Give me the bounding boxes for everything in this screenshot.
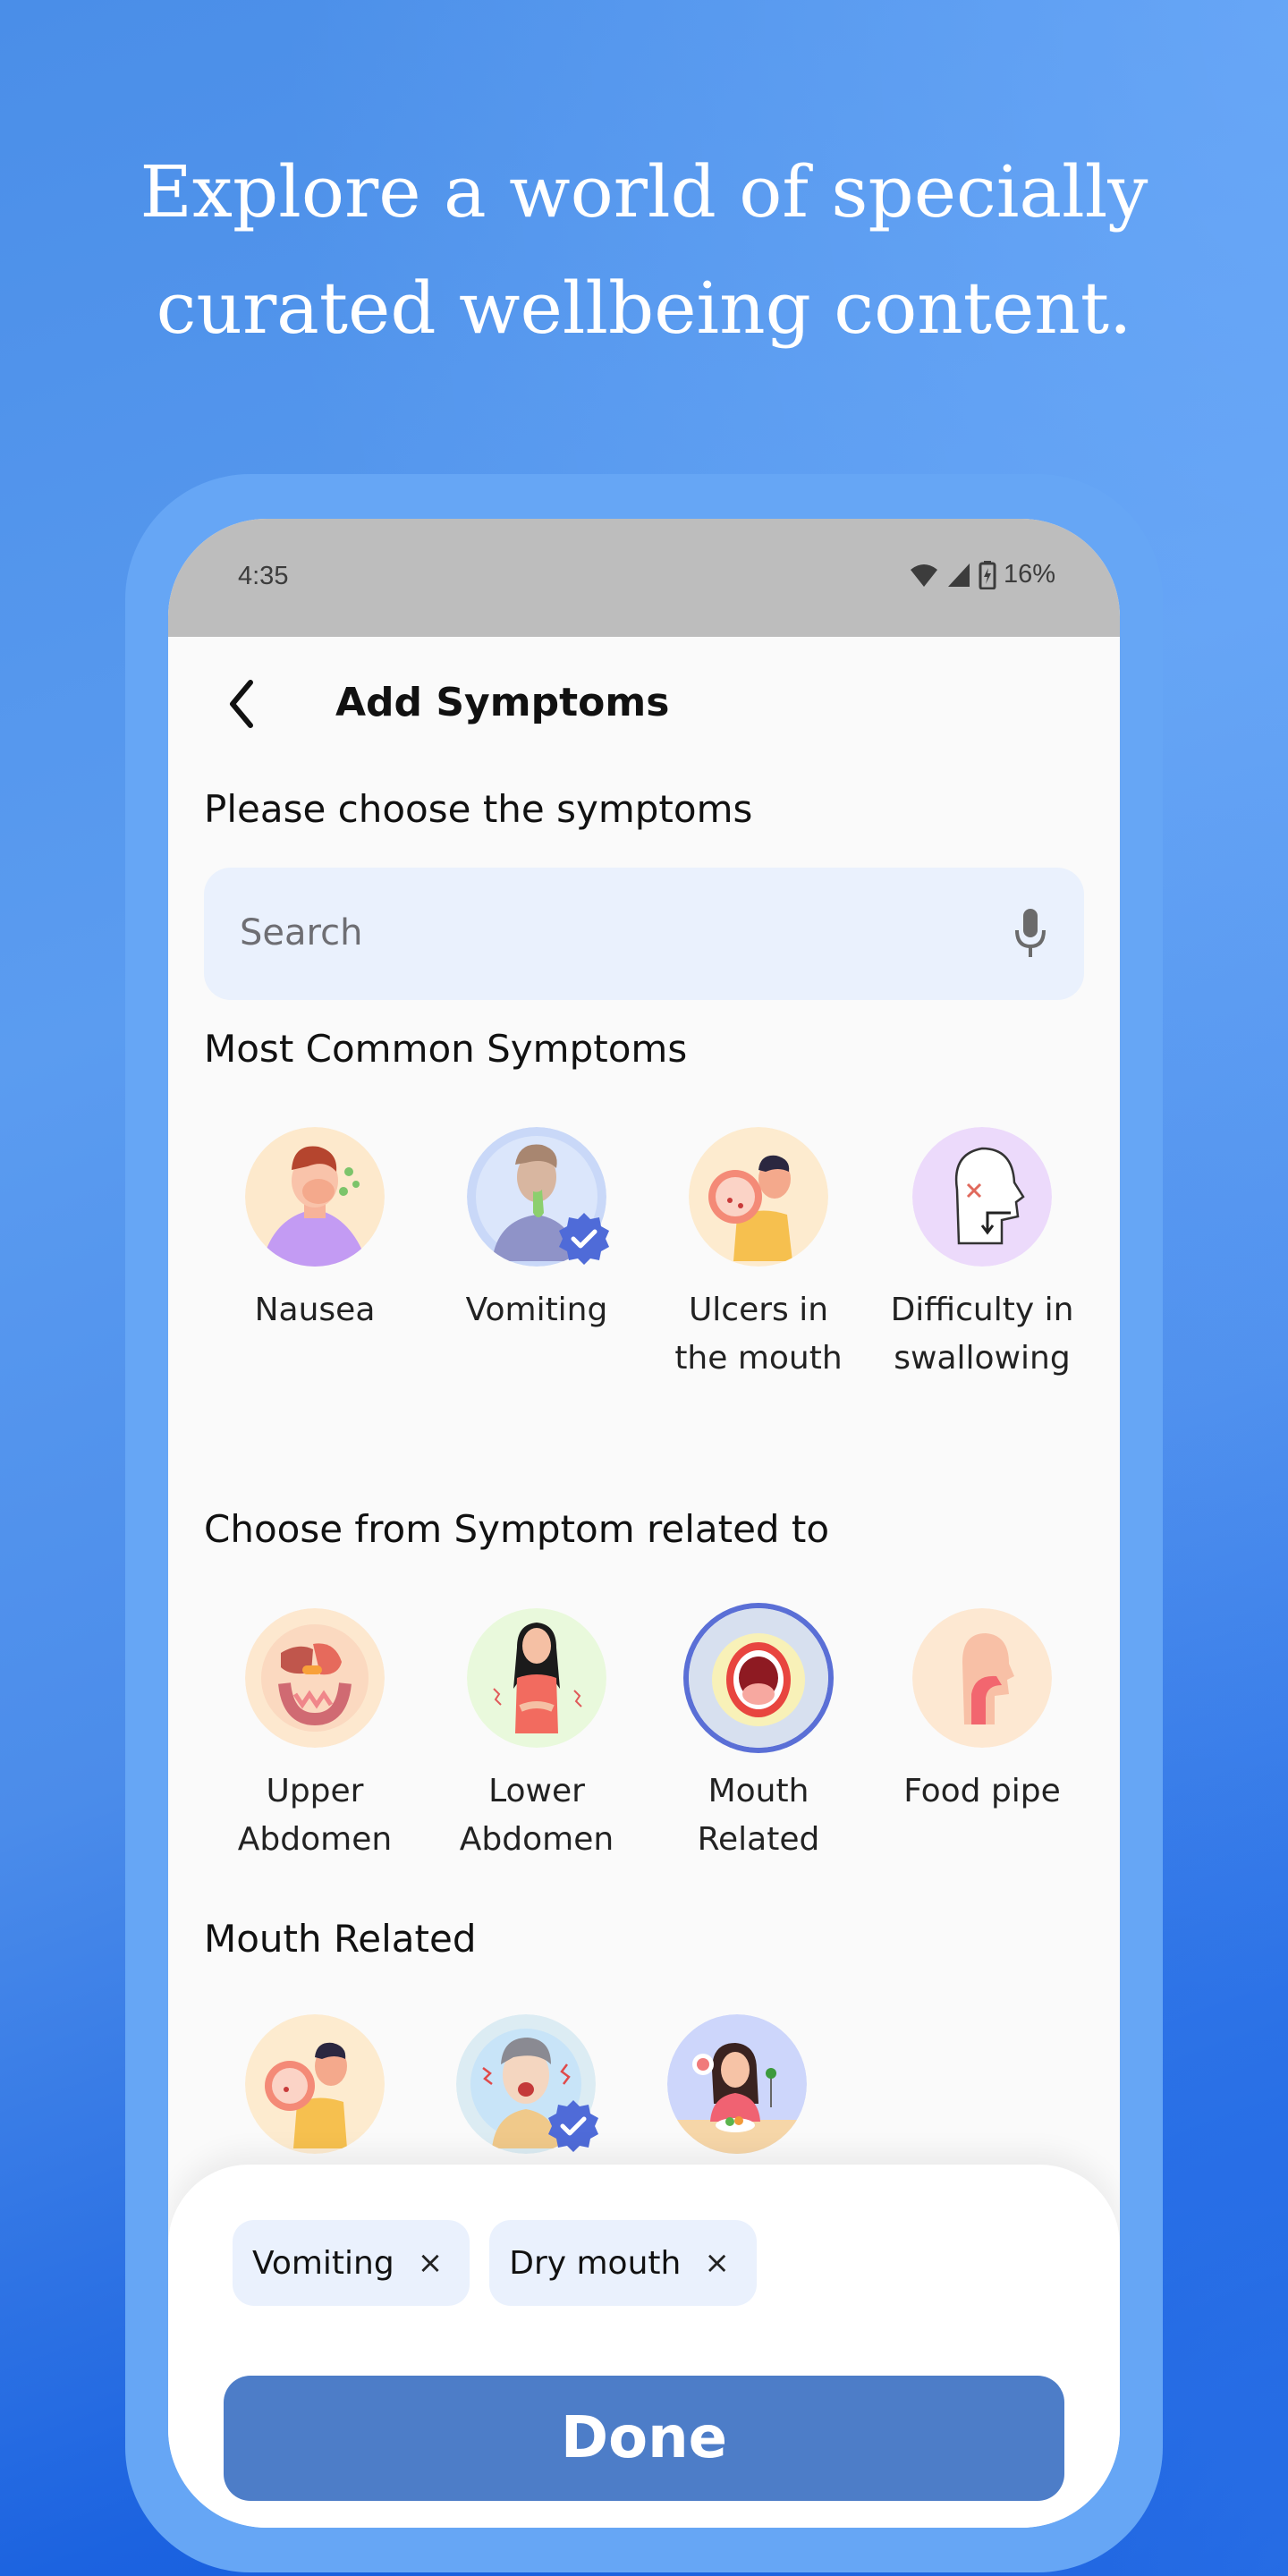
microphone-icon[interactable]: [1013, 907, 1048, 964]
symptom-tile-taste-change[interactable]: [630, 2014, 844, 2154]
headline-line-1: Explore a world of specially: [140, 150, 1148, 233]
category-label: Lower Abdomen: [459, 1773, 614, 1858]
ulcers-illustration: [689, 1127, 828, 1267]
promo-headline: Explore a world of specially curated wel…: [0, 134, 1288, 367]
category-tile-mouth-related[interactable]: Mouth Related: [651, 1608, 866, 1864]
prompt-text: Please choose the symptoms: [204, 787, 753, 831]
wifi-icon: [909, 562, 939, 589]
symptom-tile-ulcers-in-mouth[interactable]: [208, 2014, 422, 2154]
lower-abdomen-illustration: [467, 1608, 606, 1748]
symptom-label: Vomiting: [465, 1292, 608, 1328]
category-tile-food-pipe[interactable]: Food pipe: [875, 1608, 1089, 1816]
chip-label: Vomiting: [252, 2244, 394, 2282]
chip-dry-mouth: Dry mouth ×: [489, 2220, 757, 2306]
page-title: Add Symptoms: [335, 680, 670, 725]
selected-check-badge-icon: [546, 2098, 601, 2157]
food-pipe-illustration: [912, 1608, 1052, 1748]
status-bar: 4:35 16%: [168, 519, 1120, 637]
category-label: Upper Abdomen: [237, 1773, 393, 1858]
chevron-left-icon: [230, 680, 253, 728]
close-icon[interactable]: ×: [704, 2248, 730, 2278]
done-button[interactable]: Done: [224, 2376, 1064, 2501]
mouth-related-title: Mouth Related: [204, 1917, 477, 1961]
close-icon[interactable]: ×: [418, 2248, 444, 2278]
category-label: Mouth Related: [697, 1773, 820, 1858]
app-bar: Add Symptoms: [168, 637, 1120, 771]
upper-abdomen-illustration: [245, 1608, 385, 1748]
taste-change-illustration: [667, 2014, 807, 2154]
selected-symptoms-sheet: Vomiting × Dry mouth × Done: [168, 2165, 1120, 2528]
mouth-related-illustration: [689, 1608, 828, 1748]
search-input[interactable]: Search: [204, 868, 1084, 1000]
chip-label: Dry mouth: [509, 2244, 682, 2282]
symptom-tile-ulcers-in-the-mouth[interactable]: Ulcers in the mouth: [651, 1127, 866, 1383]
dry-mouth-illustration: [456, 2014, 598, 2154]
status-time: 4:35: [238, 562, 289, 590]
vomiting-illustration: [467, 1127, 609, 1267]
symptom-label: Nausea: [254, 1292, 376, 1328]
most-common-title: Most Common Symptoms: [204, 1027, 688, 1071]
status-icons: 16%: [909, 560, 1055, 589]
swallowing-illustration: [912, 1127, 1052, 1267]
symptom-tile-nausea[interactable]: Nausea: [208, 1127, 422, 1335]
signal-icon: [946, 562, 971, 589]
selected-chips: Vomiting × Dry mouth ×: [233, 2220, 757, 2306]
battery-charging-icon: [979, 560, 996, 589]
phone-screen: 4:35 16% Add Symptoms Please choose the …: [168, 519, 1120, 2528]
ulcers-illustration: [245, 2014, 385, 2154]
nausea-illustration: [245, 1127, 385, 1267]
symptom-tile-difficulty-in-swallowing[interactable]: Difficulty in swallowing: [875, 1127, 1089, 1383]
category-tile-upper-abdomen[interactable]: Upper Abdomen: [208, 1608, 422, 1864]
headline-line-2: curated wellbeing content.: [156, 267, 1132, 350]
back-button[interactable]: [215, 673, 268, 735]
symptom-label: Difficulty in swallowing: [890, 1292, 1074, 1377]
battery-percent: 16%: [1003, 560, 1055, 589]
search-placeholder: Search: [240, 912, 363, 953]
category-tile-lower-abdomen[interactable]: Lower Abdomen: [429, 1608, 644, 1864]
related-title: Choose from Symptom related to: [204, 1507, 830, 1551]
chip-vomiting: Vomiting ×: [233, 2220, 470, 2306]
symptom-tile-vomiting[interactable]: Vomiting: [429, 1127, 644, 1335]
category-label: Food pipe: [903, 1773, 1061, 1809]
selected-check-badge-icon: [556, 1211, 612, 1270]
symptom-label: Ulcers in the mouth: [674, 1292, 843, 1377]
symptom-tile-dry-mouth[interactable]: [419, 2014, 633, 2154]
